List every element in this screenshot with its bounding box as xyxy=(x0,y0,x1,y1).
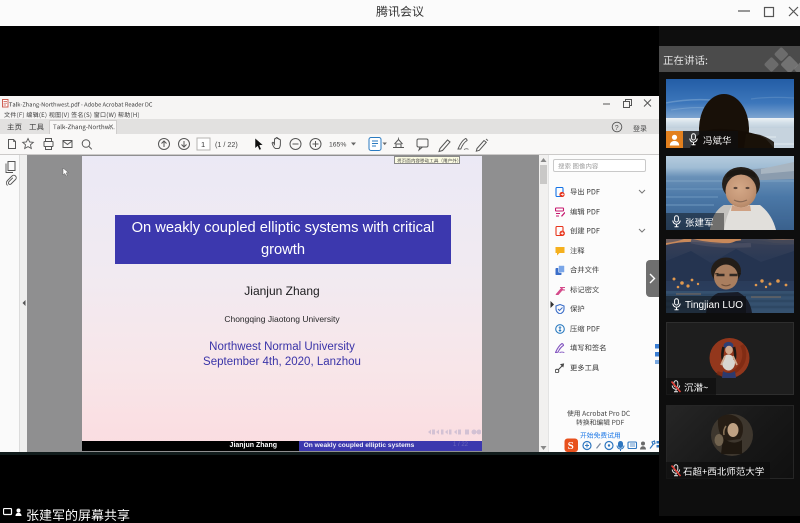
svg-text:?: ? xyxy=(615,125,619,132)
svg-text:165%: 165% xyxy=(329,142,346,149)
svg-text:1: 1 xyxy=(201,140,205,149)
svg-text:(1 / 22): (1 / 22) xyxy=(215,140,238,149)
svg-text:S: S xyxy=(568,440,574,452)
